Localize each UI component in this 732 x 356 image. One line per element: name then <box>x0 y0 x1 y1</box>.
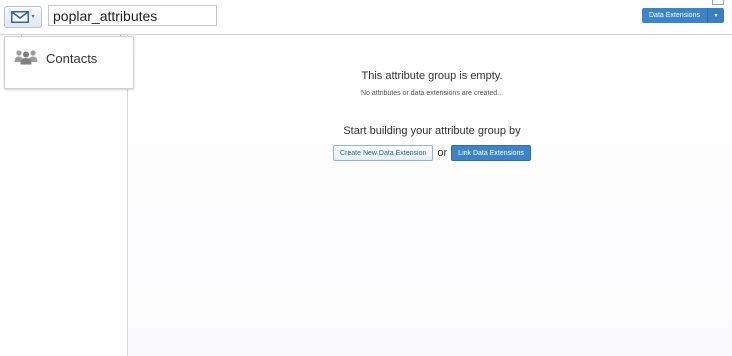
attribute-group-name-input[interactable] <box>48 5 217 26</box>
empty-state-subtitle: No attributes or data extensions are cre… <box>360 90 504 97</box>
link-data-extensions-button[interactable]: Link Data Extensions <box>451 145 531 161</box>
create-new-data-extension-button[interactable]: Create New Data Extension <box>333 145 434 161</box>
start-building-text: Start building your attribute group by <box>343 125 521 137</box>
chevron-down-icon[interactable]: ▾ <box>708 8 724 23</box>
empty-state-title: This attribute group is empty. <box>361 70 503 82</box>
mail-menu-button[interactable]: ▾ <box>4 6 42 28</box>
empty-state-actions: Create New Data Extension or Link Data E… <box>333 145 531 161</box>
panel-toggle-handle[interactable] <box>712 0 724 5</box>
contacts-label: Contacts <box>46 51 98 66</box>
chevron-down-icon: ▾ <box>31 14 35 20</box>
top-toolbar: ▾ Data Extensions ▾ <box>0 0 732 35</box>
contacts-card[interactable]: Contacts <box>4 36 134 89</box>
data-extensions-button[interactable]: Data Extensions ▾ <box>642 8 724 23</box>
or-text: or <box>437 147 448 159</box>
envelope-icon <box>11 11 30 23</box>
data-extensions-button-label[interactable]: Data Extensions <box>642 8 708 23</box>
people-group-icon <box>13 49 39 65</box>
page: ▾ Data Extensions ▾ Contacts This attrib… <box>0 0 732 356</box>
